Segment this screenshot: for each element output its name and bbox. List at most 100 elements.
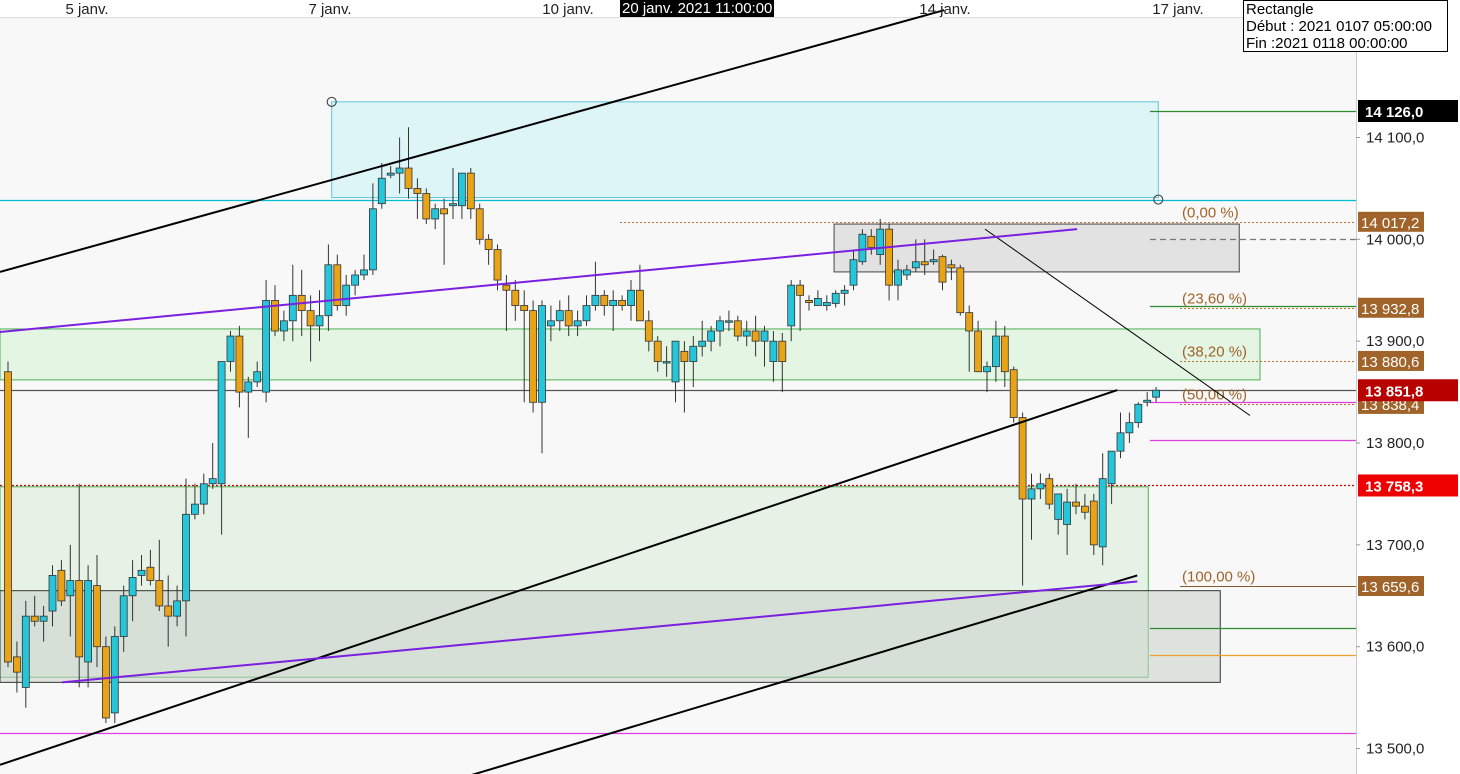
candle-body <box>751 330 760 342</box>
fib-price-tag-label: 13 932,8 <box>1361 301 1419 318</box>
y-tick-label: 13 500,0 <box>1366 741 1424 758</box>
fib-price-tag-label: 13 659,6 <box>1361 579 1419 596</box>
candle-body <box>742 330 751 337</box>
candle-body <box>66 580 75 597</box>
candle-body <box>431 208 440 220</box>
candle-body <box>689 345 698 362</box>
candle-body <box>956 267 965 314</box>
candle-body <box>315 315 324 327</box>
candle-body <box>903 269 911 276</box>
y-tick-label: 13 800,0 <box>1366 435 1424 452</box>
price-tag-label: 13 851,8 <box>1365 383 1423 400</box>
candle-body <box>564 310 573 327</box>
candle-body <box>1125 422 1134 434</box>
candle-body <box>840 289 849 294</box>
price-chart[interactable]: (0,00 %) (23,60 %) (38,20 %) (50,00 %) (100,… <box>0 0 1460 774</box>
candle-body <box>1027 488 1036 500</box>
candle-body <box>983 366 991 373</box>
candle-body <box>1036 483 1045 490</box>
candle-body <box>555 310 564 322</box>
x-tick-label: 7 janv. <box>308 1 351 18</box>
candle-body <box>796 284 804 296</box>
candle-body <box>573 320 582 327</box>
candle-body <box>253 371 262 383</box>
fib-level-label: (23,60 %) <box>1182 291 1247 308</box>
candle-body <box>502 284 511 291</box>
candle-body <box>671 340 680 383</box>
candle-body <box>831 292 840 304</box>
fib-level-label: (38,20 %) <box>1182 344 1247 361</box>
candle-body <box>110 636 119 714</box>
candle-body <box>466 172 475 210</box>
cursor-time-label: 20 janv. 2021 11:00:00 <box>620 0 775 17</box>
candle-body <box>484 238 493 250</box>
candle-body <box>342 284 351 306</box>
candle-body <box>235 335 244 393</box>
candle-body <box>1054 493 1063 520</box>
candle-body <box>146 566 155 581</box>
candle-body <box>395 167 404 174</box>
candle-body <box>947 264 956 269</box>
candle-body <box>725 320 733 323</box>
candle-body <box>1072 501 1080 507</box>
candle-body <box>21 615 30 688</box>
candle-body <box>938 256 947 283</box>
candle-body <box>30 615 39 622</box>
candle-body <box>511 289 520 306</box>
candle-body <box>520 305 529 312</box>
candle-body <box>386 172 395 176</box>
tooltip-end: Fin :2021 0118 00:00:00 <box>1246 35 1408 52</box>
candle-body <box>457 172 466 207</box>
candle-body <box>217 361 226 485</box>
candle-body <box>75 580 84 658</box>
y-tick-label: 13 900,0 <box>1366 333 1424 350</box>
candle-body <box>422 193 431 220</box>
candle-body <box>769 340 778 362</box>
chart-canvas[interactable]: (0,00 %) (23,60 %) (38,20 %) (50,00 %) (100,… <box>0 0 1460 774</box>
candle-body <box>644 320 653 342</box>
candle-body <box>885 228 893 286</box>
candle-body <box>475 208 484 240</box>
candle-body <box>244 381 253 393</box>
candle-body <box>128 577 137 597</box>
candle-body <box>119 595 128 637</box>
candle-body <box>716 320 724 332</box>
price-tag-label: 14 126,0 <box>1365 104 1423 121</box>
candle-body <box>627 289 635 306</box>
candle-body <box>182 513 190 602</box>
candle-body <box>733 320 742 337</box>
candle-body <box>867 235 876 248</box>
candle-body <box>208 478 217 485</box>
zone-rectangle[interactable] <box>0 328 1261 381</box>
candle-body <box>440 208 449 215</box>
candle-body <box>911 261 920 269</box>
candle-body <box>849 259 858 286</box>
tooltip-title: Rectangle <box>1246 1 1314 18</box>
candle-body <box>662 361 671 364</box>
y-tick-label: 13 700,0 <box>1366 537 1424 554</box>
y-tick-label: 14 000,0 <box>1366 231 1424 248</box>
candle-body <box>920 261 929 266</box>
candle-body <box>974 330 982 373</box>
candle-body <box>787 284 796 327</box>
candle-body <box>57 569 66 602</box>
candle-body <box>1116 432 1125 452</box>
zone-rectangle[interactable] <box>833 223 1240 273</box>
candle-body <box>1107 450 1116 485</box>
candle-body <box>582 305 591 322</box>
tooltip-start: Début : 2021 0107 05:00:00 <box>1246 18 1432 35</box>
candle-body <box>102 646 110 719</box>
candle-body <box>404 167 413 189</box>
candle-body <box>351 274 360 286</box>
y-tick-label: 14 100,0 <box>1366 129 1424 146</box>
candle-body <box>493 249 502 281</box>
x-tick-label: 5 janv. <box>65 1 108 18</box>
fib-price-tag-label: 13 880,6 <box>1361 354 1419 371</box>
x-tick-label: 17 janv. <box>1152 1 1203 18</box>
x-tick-label: 10 janv. <box>542 1 593 18</box>
candle-body <box>164 605 173 617</box>
zone-rectangle[interactable] <box>331 101 1159 199</box>
candle-body <box>698 340 707 347</box>
candle-body <box>1000 335 1009 373</box>
candle-body <box>609 300 618 306</box>
